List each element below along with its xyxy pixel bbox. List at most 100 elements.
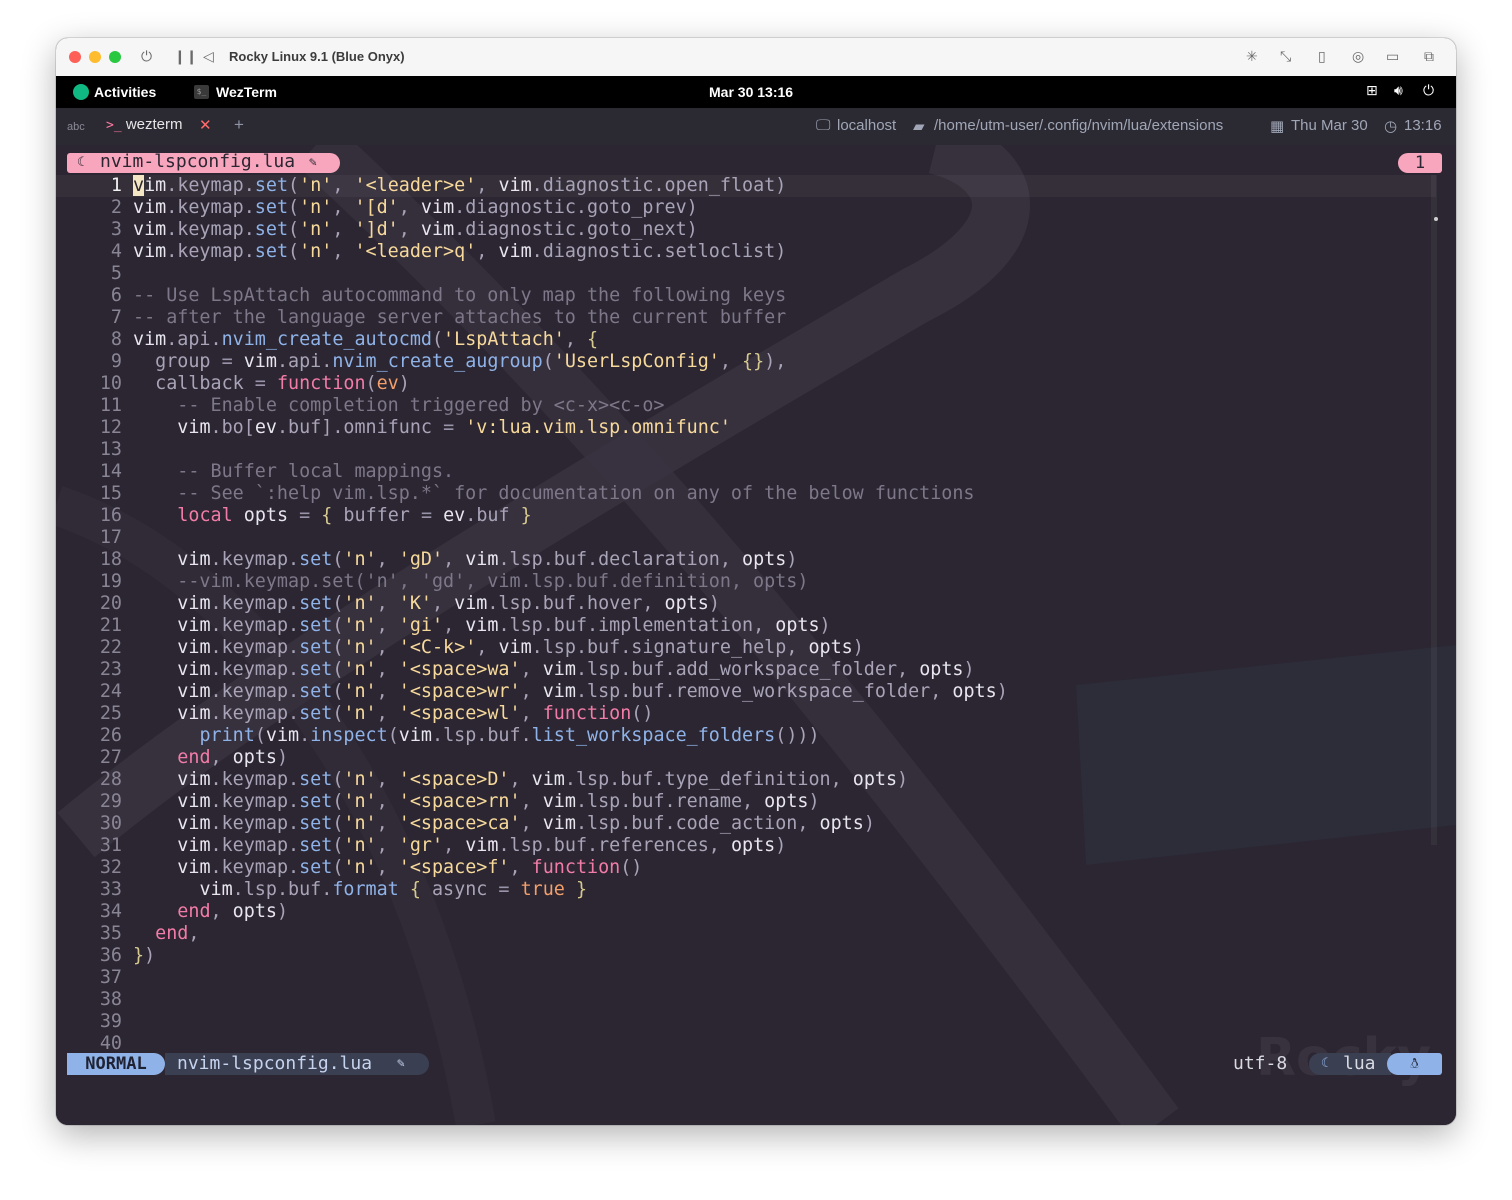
mode-indicator: NORMAL [67, 1053, 165, 1075]
code-line[interactable]: 1 vim.keymap.set('n', '<leader>e', vim.di… [56, 175, 1436, 197]
code-line[interactable]: 9 group = vim.api.nvim_create_augroup('U… [56, 351, 1436, 373]
usb-icon[interactable]: ▯ [1318, 48, 1326, 66]
code-token: { [409, 879, 421, 900]
code-line[interactable]: 26 print(vim.inspect(vim.lsp.buf.list_wo… [56, 725, 1436, 747]
line-number: 11 [99, 395, 122, 416]
pause-icon[interactable]: ❙❙ [174, 48, 197, 66]
code-line[interactable]: 33 vim.lsp.buf.format { async = true } [56, 879, 1436, 901]
code-line[interactable]: 22 vim.keymap.set('n', '<C-k>', vim.lsp.… [56, 637, 1436, 659]
code-token: set [299, 791, 333, 812]
tab-wezterm[interactable]: >_ wezterm [106, 116, 183, 133]
code-token: , [443, 615, 466, 636]
network-icon[interactable]: ⊞ [1366, 83, 1378, 99]
activities-button[interactable]: Activities [94, 84, 156, 100]
clock[interactable]: Mar 30 13:16 [709, 84, 793, 100]
code-line[interactable]: 3 vim.keymap.set('n', ']d', vim.diagnosti… [56, 219, 1436, 241]
scrollbar[interactable] [1431, 175, 1437, 845]
code-line[interactable]: 10 callback = function(ev) [56, 373, 1436, 395]
windows-icon[interactable]: ⧉ [1424, 48, 1434, 66]
share-icon[interactable]: ◎ [1352, 48, 1364, 66]
code-token: , [719, 351, 743, 372]
code-line[interactable]: 36}) [56, 945, 1436, 967]
code-line[interactable]: 30 vim.keymap.set('n', '<space>ca', vim.… [56, 813, 1436, 835]
code-line[interactable]: 5 [56, 263, 1436, 285]
code-line[interactable]: 20 vim.keymap.set('n', 'K', vim.lsp.buf.… [56, 593, 1436, 615]
display-icon[interactable]: ✳ [1246, 48, 1258, 66]
resize-icon[interactable]: ⤡ [1280, 48, 1291, 66]
scrollbar-thumb[interactable] [1434, 217, 1438, 221]
new-tab-button[interactable]: + [234, 115, 244, 135]
terminal-pane[interactable]: Rocky ☾ nvim-lspconfig.lua ✎ 1 1vim.keym… [56, 145, 1456, 1125]
code-token: .lsp.buf.code_action, [575, 813, 820, 834]
line-number: 26 [99, 725, 122, 746]
zoom-window-button[interactable] [109, 51, 121, 63]
code-line[interactable]: 6 -- Use LspAttach autocommand to only ma… [56, 285, 1436, 307]
app-menu[interactable]: WezTerm [216, 84, 277, 100]
code-token: ( [332, 615, 344, 636]
code-line[interactable]: 13 [56, 439, 1436, 461]
power-icon[interactable]: ⏻ [141, 48, 152, 66]
code-line[interactable]: 4 vim.keymap.set('n', '<leader>q', vim.di… [56, 241, 1436, 263]
code-line[interactable]: 12 vim.bo[ev.buf].omnifunc = 'v:lua.vim.… [56, 417, 1436, 439]
line-number: 5 [110, 263, 122, 284]
code-token: function [276, 373, 366, 394]
line-number: 38 [99, 989, 122, 1010]
volume-icon[interactable]: 🔊︎ [1394, 83, 1403, 99]
code-token: ) [786, 549, 798, 570]
code-token: ( [332, 549, 344, 570]
code-line[interactable]: 35 end, [56, 923, 1436, 945]
code-line[interactable]: 17 [56, 527, 1436, 549]
code-token: ( [332, 659, 344, 680]
code-line[interactable]: 37 [56, 967, 1436, 989]
code-line[interactable]: 2 vim.keymap.set('n', '[d', vim.diagnosti… [56, 197, 1436, 219]
code-token: { [587, 329, 599, 350]
code-line[interactable]: 18 vim.keymap.set('n', 'gD', vim.lsp.buf… [56, 549, 1436, 571]
close-tab-icon[interactable]: ✕ [199, 116, 212, 134]
code-token: , [443, 549, 466, 570]
code-token: ( [332, 813, 344, 834]
code-token: vim [177, 791, 211, 812]
code-line[interactable]: 21 vim.keymap.set('n', 'gi', vim.lsp.buf… [56, 615, 1436, 637]
code-line[interactable]: 31 vim.keymap.set('n', 'gr', vim.lsp.buf… [56, 835, 1436, 857]
close-window-button[interactable] [69, 51, 81, 63]
code-line[interactable]: 27 end, opts) [56, 747, 1436, 769]
line-number: 25 [99, 703, 122, 724]
code-line[interactable]: 40 [56, 1033, 1436, 1055]
code-line[interactable]: 38 [56, 989, 1436, 1011]
code-line[interactable]: 24 vim.keymap.set('n', '<space>wr', vim.… [56, 681, 1436, 703]
code-line[interactable]: 39 [56, 1011, 1436, 1033]
code-token: 'n' [299, 241, 333, 262]
code-token: 'K' [398, 593, 432, 614]
line-text: vim.keymap.set('n', 'K', vim.lsp.buf.hov… [133, 593, 720, 615]
code-token: ) [808, 791, 820, 812]
code-line[interactable]: 11 -- Enable completion triggered by <c-… [56, 395, 1436, 417]
code-token: 'n' [299, 219, 333, 240]
code-token: = [299, 505, 311, 526]
code-line[interactable]: 29 vim.keymap.set('n', '<space>rn', vim.… [56, 791, 1436, 813]
code-token: nvim_create_augroup [332, 351, 543, 372]
code-token: ) [996, 681, 1008, 702]
code-line[interactable]: 8 vim.api.nvim_create_autocmd('LspAttach'… [56, 329, 1436, 351]
power-menu-icon[interactable]: ⏻ [1423, 83, 1434, 99]
code-line[interactable]: 15 -- See `:help vim.lsp.*` for document… [56, 483, 1436, 505]
code-line[interactable]: 7 -- after the language server attaches t… [56, 307, 1436, 329]
code-token: vim [465, 835, 499, 856]
minimize-window-button[interactable] [89, 51, 101, 63]
code-line[interactable]: 34 end, opts) [56, 901, 1436, 923]
code-line[interactable]: 32 vim.keymap.set('n', '<space>f', funct… [56, 857, 1436, 879]
code-line[interactable]: 19 --vim.keymap.set('n', 'gd', vim.lsp.b… [56, 571, 1436, 593]
code-line[interactable]: 14 -- Buffer local mappings. [56, 461, 1436, 483]
line-number: 22 [99, 637, 122, 658]
code-token: vim [133, 219, 167, 240]
code-line[interactable]: 28 vim.keymap.set('n', '<space>D', vim.l… [56, 769, 1436, 791]
code-line[interactable]: 23 vim.keymap.set('n', '<space>wa', vim.… [56, 659, 1436, 681]
folder-icon[interactable]: ▭ [1386, 48, 1399, 66]
line-text: vim.keymap.set('n', 'gD', vim.lsp.buf.de… [133, 549, 797, 571]
code-line[interactable]: 25 vim.keymap.set('n', '<space>wl', func… [56, 703, 1436, 725]
back-icon[interactable]: ◁ [203, 48, 214, 66]
code-line[interactable]: 16 local opts = { buffer = ev.buf } [56, 505, 1436, 527]
line-text: callback = function(ev) [133, 373, 410, 395]
